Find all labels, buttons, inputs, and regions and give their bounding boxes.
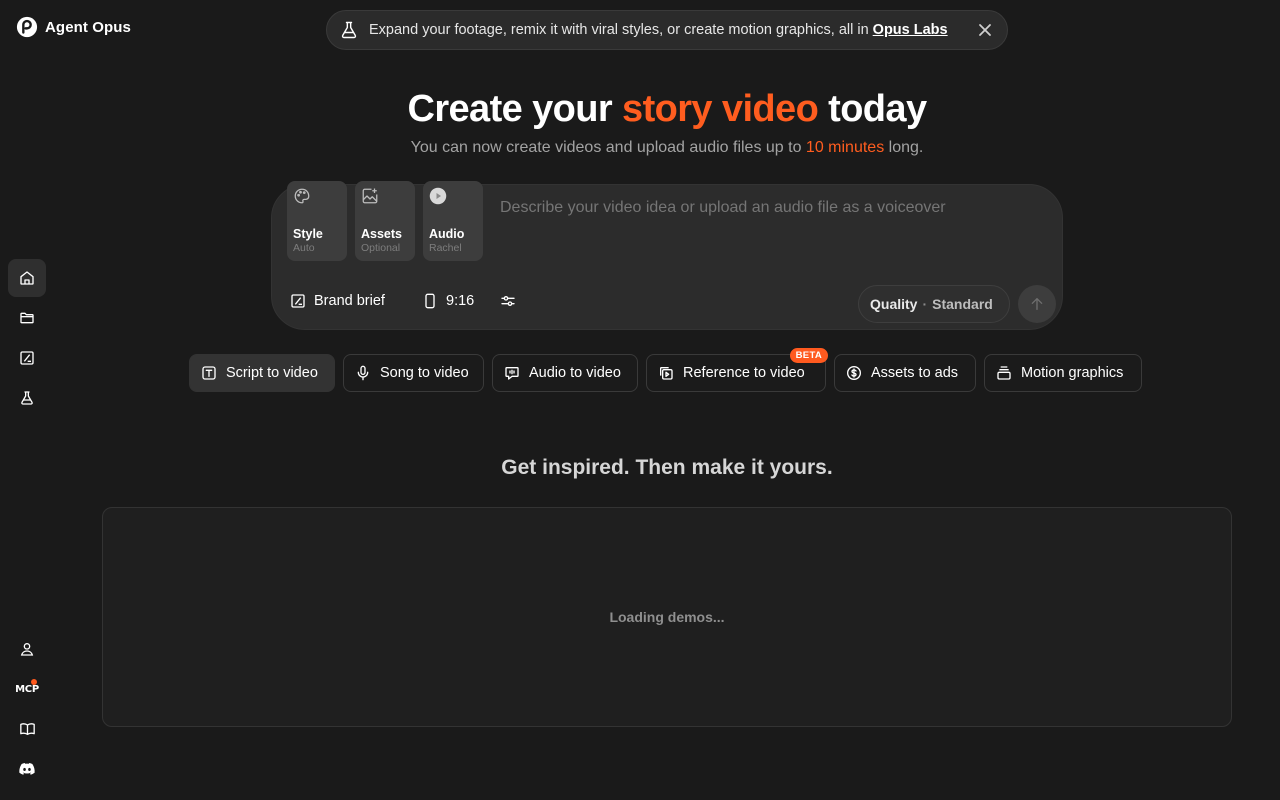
sidebar-item-brand[interactable] xyxy=(8,339,46,377)
sidebar-item-docs[interactable] xyxy=(8,710,46,748)
opus-logo-icon xyxy=(16,16,38,38)
sidebar-item-labs[interactable] xyxy=(8,379,46,417)
notification-dot xyxy=(31,679,37,685)
discord-icon xyxy=(19,763,35,775)
title-suffix: today xyxy=(818,88,927,130)
inspire-heading: Get inspired. Then make it yours. xyxy=(501,456,833,479)
quality-label: Quality xyxy=(870,296,918,312)
phone-portrait-icon xyxy=(425,293,435,309)
app-logo[interactable]: Agent Opus xyxy=(16,16,131,38)
book-icon xyxy=(19,723,35,735)
banner-close-button[interactable] xyxy=(975,20,995,40)
aspect-ratio-button[interactable]: 9:16 xyxy=(422,293,474,309)
demo-gallery: Loading demos... xyxy=(102,507,1232,727)
beta-badge: BETA xyxy=(789,348,828,363)
quality-selector[interactable]: Quality · Standard xyxy=(858,285,1010,323)
palette-icon xyxy=(294,188,310,204)
sliders-icon xyxy=(501,296,515,306)
mode-tab-label: Assets to ads xyxy=(871,365,959,381)
home-icon xyxy=(20,271,34,285)
text-box-icon xyxy=(202,366,216,380)
subtitle-suffix: long. xyxy=(884,139,924,156)
mode-tab-motion-graphics[interactable]: Motion graphics xyxy=(984,354,1142,392)
audio-chip-label: Audio xyxy=(429,227,465,241)
folder-icon xyxy=(20,312,34,324)
title-accent: story video xyxy=(622,88,819,130)
brand-brief-label: Brand brief xyxy=(314,293,385,309)
brand-kit-icon xyxy=(291,294,305,308)
brand-kit-icon xyxy=(20,351,34,365)
quality-separator: · xyxy=(922,296,928,312)
flask-icon xyxy=(341,21,357,39)
sidebar-item-mcp[interactable]: MCP xyxy=(8,670,46,708)
banner-text: Expand your footage, remix it with viral… xyxy=(369,22,869,38)
sidebar-item-discord[interactable] xyxy=(8,750,46,788)
subtitle-prefix: You can now create videos and upload aud… xyxy=(410,139,806,156)
audio-chip-value: Rachel xyxy=(429,242,462,254)
mode-tab-label: Reference to video xyxy=(683,365,805,381)
mode-tab-audio-to-video[interactable]: Audio to video xyxy=(492,354,638,392)
title-prefix: Create your xyxy=(407,88,623,130)
style-chip[interactable]: Style Auto xyxy=(287,181,347,261)
close-icon xyxy=(979,24,991,36)
sidebar-item-projects[interactable] xyxy=(8,299,46,337)
speech-bubble-icon xyxy=(505,367,519,380)
app-name: Agent Opus xyxy=(45,18,131,36)
audio-chip[interactable]: Audio Rachel xyxy=(423,181,483,261)
mode-tab-reference-to-video[interactable]: Reference to video BETA xyxy=(646,348,828,392)
mode-tab-label: Audio to video xyxy=(529,365,621,381)
submit-button[interactable] xyxy=(1018,285,1056,323)
announcement-banner: Expand your footage, remix it with viral… xyxy=(326,10,1008,50)
brand-brief-button[interactable]: Brand brief xyxy=(290,293,385,309)
sidebar-item-home[interactable] xyxy=(8,259,46,297)
assets-chip-value: Optional xyxy=(361,242,401,254)
mcp-label: MCP xyxy=(15,683,39,695)
mode-tab-label: Motion graphics xyxy=(1021,365,1124,381)
style-chip-value: Auto xyxy=(293,242,315,254)
aspect-ratio-label: 9:16 xyxy=(446,293,475,309)
loading-text: Loading demos... xyxy=(609,609,725,625)
mode-tab-script-to-video[interactable]: Script to video xyxy=(189,354,335,392)
mode-tab-song-to-video[interactable]: Song to video xyxy=(343,354,484,392)
arrow-up-icon xyxy=(1031,298,1043,310)
prompt-composer: Style Auto Assets Optional Audio Rachel … xyxy=(271,181,1063,330)
page-title: Create your story video today xyxy=(0,88,1280,131)
page-subtitle: You can now create videos and upload aud… xyxy=(0,139,1280,157)
play-circle-icon xyxy=(429,187,447,205)
user-icon xyxy=(20,643,34,656)
sidebar-item-account[interactable] xyxy=(8,630,46,668)
image-add-icon xyxy=(362,188,378,204)
assets-chip[interactable]: Assets Optional xyxy=(355,181,415,261)
dollar-circle-icon xyxy=(847,366,861,380)
mode-tab-label: Script to video xyxy=(226,365,318,381)
layers-icon xyxy=(997,366,1011,380)
subtitle-accent: 10 minutes xyxy=(805,139,885,156)
microphone-icon xyxy=(357,365,369,381)
prompt-input[interactable] xyxy=(500,199,1040,217)
opus-labs-link[interactable]: Opus Labs xyxy=(873,22,948,38)
mode-tab-assets-to-ads[interactable]: Assets to ads xyxy=(834,354,976,392)
mode-tab-label: Song to video xyxy=(380,365,469,381)
copy-play-icon xyxy=(660,367,673,380)
flask-icon xyxy=(21,391,33,405)
settings-sliders-button[interactable] xyxy=(499,293,517,309)
quality-value: Standard xyxy=(932,296,993,312)
style-chip-label: Style xyxy=(293,227,323,241)
assets-chip-label: Assets xyxy=(361,227,402,241)
